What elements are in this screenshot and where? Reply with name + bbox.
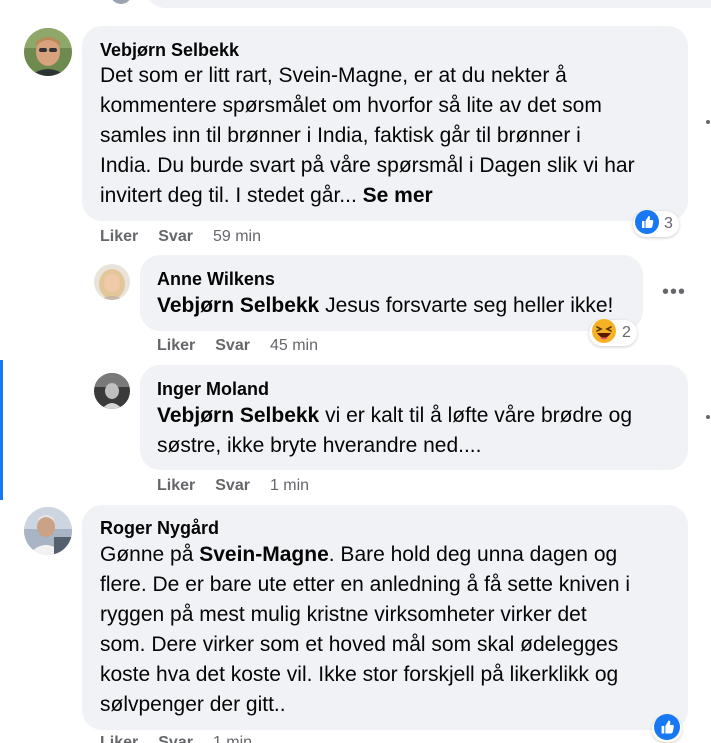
mention-link[interactable]: Svein-Magne: [199, 543, 329, 566]
reply-button[interactable]: Svar: [158, 734, 193, 743]
comment-timestamp[interactable]: 1 min: [270, 477, 309, 495]
see-more-link[interactable]: Se mer: [363, 184, 433, 207]
previous-comment-avatar-fragment: [110, 0, 132, 4]
reaction-count: 3: [664, 215, 673, 232]
comment-actions: Liker Svar 59 min: [100, 228, 261, 246]
thread-line: [0, 360, 3, 500]
reaction-summary[interactable]: 3: [633, 209, 679, 239]
comment-timestamp[interactable]: 45 min: [270, 337, 318, 355]
reaction-summary[interactable]: [652, 713, 682, 743]
comment-author-name[interactable]: Roger Nygård: [100, 518, 219, 539]
comment-text: Vebjørn Selbekk vi er kalt til å løfte v…: [157, 404, 633, 457]
reaction-count: 2: [622, 324, 631, 341]
like-button[interactable]: Liker: [100, 228, 138, 246]
more-options-icon[interactable]: [706, 415, 710, 419]
comment-actions: Liker Svar 1 min: [100, 734, 252, 743]
like-button[interactable]: Liker: [157, 337, 195, 355]
more-options-icon[interactable]: •••: [662, 282, 686, 302]
reaction-summary[interactable]: 2: [589, 318, 637, 349]
avatar-anne-wilkens[interactable]: [94, 264, 130, 300]
avatar-roger-nygard[interactable]: [24, 507, 72, 555]
like-button[interactable]: Liker: [100, 734, 138, 743]
mention-link[interactable]: Vebjørn Selbekk: [157, 404, 319, 427]
comment-author-name[interactable]: Vebjørn Selbekk: [100, 40, 239, 61]
like-button[interactable]: Liker: [157, 477, 195, 495]
comment-author-name[interactable]: Anne Wilkens: [157, 269, 275, 290]
avatar-inger-moland[interactable]: [94, 373, 130, 409]
avatar-vebjorn-selbekk[interactable]: [24, 28, 72, 76]
more-options-icon[interactable]: [706, 120, 710, 124]
comment-author-name[interactable]: Inger Moland: [157, 379, 269, 400]
comment-timestamp[interactable]: 59 min: [213, 228, 261, 246]
comment-actions: Liker Svar 45 min: [157, 337, 318, 355]
reply-button[interactable]: Svar: [158, 228, 193, 246]
comment-text: Vebjørn Selbekk Jesus forsvarte seg hell…: [157, 294, 614, 317]
comment-text: Det som er litt rart, Svein-Magne, er at…: [100, 64, 635, 207]
previous-comment-bubble: [145, 0, 711, 8]
comment-text: Gønne på Svein-Magne. Bare hold deg unna…: [100, 543, 630, 716]
like-icon: [654, 713, 680, 743]
reply-button[interactable]: Svar: [215, 337, 250, 355]
mention-link[interactable]: Vebjørn Selbekk: [157, 294, 319, 317]
like-icon: [635, 209, 659, 239]
reply-button[interactable]: Svar: [215, 477, 250, 495]
haha-icon: [591, 318, 617, 349]
comment-timestamp[interactable]: 1 min: [213, 734, 252, 743]
comment-actions: Liker Svar 1 min: [157, 477, 309, 495]
